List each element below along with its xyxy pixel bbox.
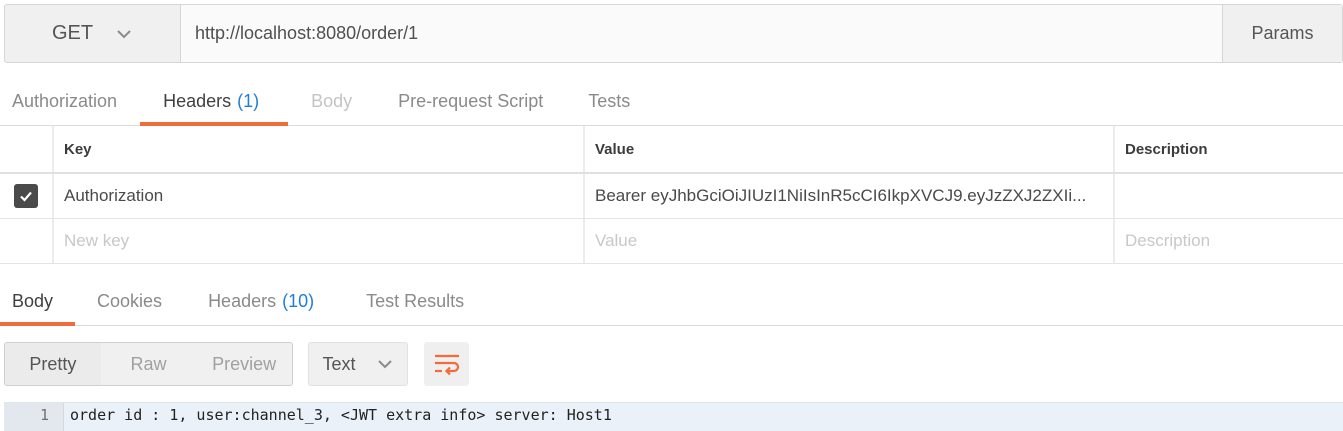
tab-pre-request-script[interactable]: Pre-request Script <box>398 78 543 125</box>
format-label: Text <box>322 353 356 374</box>
column-value: Value <box>583 126 1113 172</box>
tab-response-headers[interactable]: Headers (10) <box>208 278 314 325</box>
response-tabs: Body Cookies Headers (10) Test Results <box>0 278 1343 326</box>
url-input[interactable]: http://localhost:8080/order/1 <box>181 5 1222 62</box>
method-dropdown[interactable]: GET <box>5 5 181 62</box>
request-bar: GET http://localhost:8080/order/1 Params <box>4 4 1343 63</box>
headers-table: Key Value Description Authorization Bear… <box>0 126 1343 264</box>
new-key-input[interactable]: New key <box>52 219 583 263</box>
column-description: Description <box>1113 126 1343 172</box>
column-key: Key <box>52 126 583 172</box>
header-value-field[interactable]: Bearer eyJhbGciOiJIUzI1NiIsInR5cCI6IkpXV… <box>583 174 1113 218</box>
header-description-field[interactable] <box>1113 174 1343 218</box>
raw-button[interactable]: Raw <box>101 343 197 385</box>
tab-response-body[interactable]: Body <box>0 278 76 326</box>
table-header-row: Key Value Description <box>0 126 1343 174</box>
new-value-input[interactable]: Value <box>583 219 1113 263</box>
table-row-new: New key Value Description <box>0 219 1343 264</box>
view-mode-toggle: Pretty Raw Preview <box>4 342 293 386</box>
wrap-lines-icon <box>434 354 459 376</box>
chevron-down-icon <box>117 29 131 38</box>
header-key-field[interactable]: Authorization <box>52 174 583 218</box>
table-row: Authorization Bearer eyJhbGciOiJIUzI1NiI… <box>0 174 1343 219</box>
response-body-editor[interactable]: 1 order id : 1, user:channel_3, <JWT ext… <box>4 402 1343 431</box>
tab-tests[interactable]: Tests <box>588 78 630 125</box>
headers-count: (1) <box>237 91 260 111</box>
preview-button[interactable]: Preview <box>196 343 292 385</box>
tab-body[interactable]: Body <box>311 78 352 125</box>
tab-authorization[interactable]: Authorization <box>12 78 117 125</box>
method-label: GET <box>51 22 94 44</box>
line-number: 1 <box>4 403 64 431</box>
request-tabs: Authorization Headers (1) Body Pre-reque… <box>0 78 1343 126</box>
new-description-input[interactable]: Description <box>1113 219 1343 263</box>
tab-cookies[interactable]: Cookies <box>97 278 162 325</box>
format-dropdown[interactable]: Text <box>308 342 408 386</box>
chevron-down-icon <box>377 360 392 369</box>
check-icon <box>20 191 32 202</box>
response-body-line: order id : 1, user:channel_3, <JWT extra… <box>70 406 612 424</box>
wrap-lines-button[interactable] <box>424 342 469 386</box>
params-button[interactable]: Params <box>1222 5 1342 62</box>
pretty-button[interactable]: Pretty <box>5 343 101 385</box>
response-headers-count: (10) <box>282 291 315 311</box>
tab-test-results[interactable]: Test Results <box>366 278 464 325</box>
header-enabled-checkbox[interactable] <box>14 184 38 208</box>
tab-headers[interactable]: Headers (1) <box>140 78 289 126</box>
